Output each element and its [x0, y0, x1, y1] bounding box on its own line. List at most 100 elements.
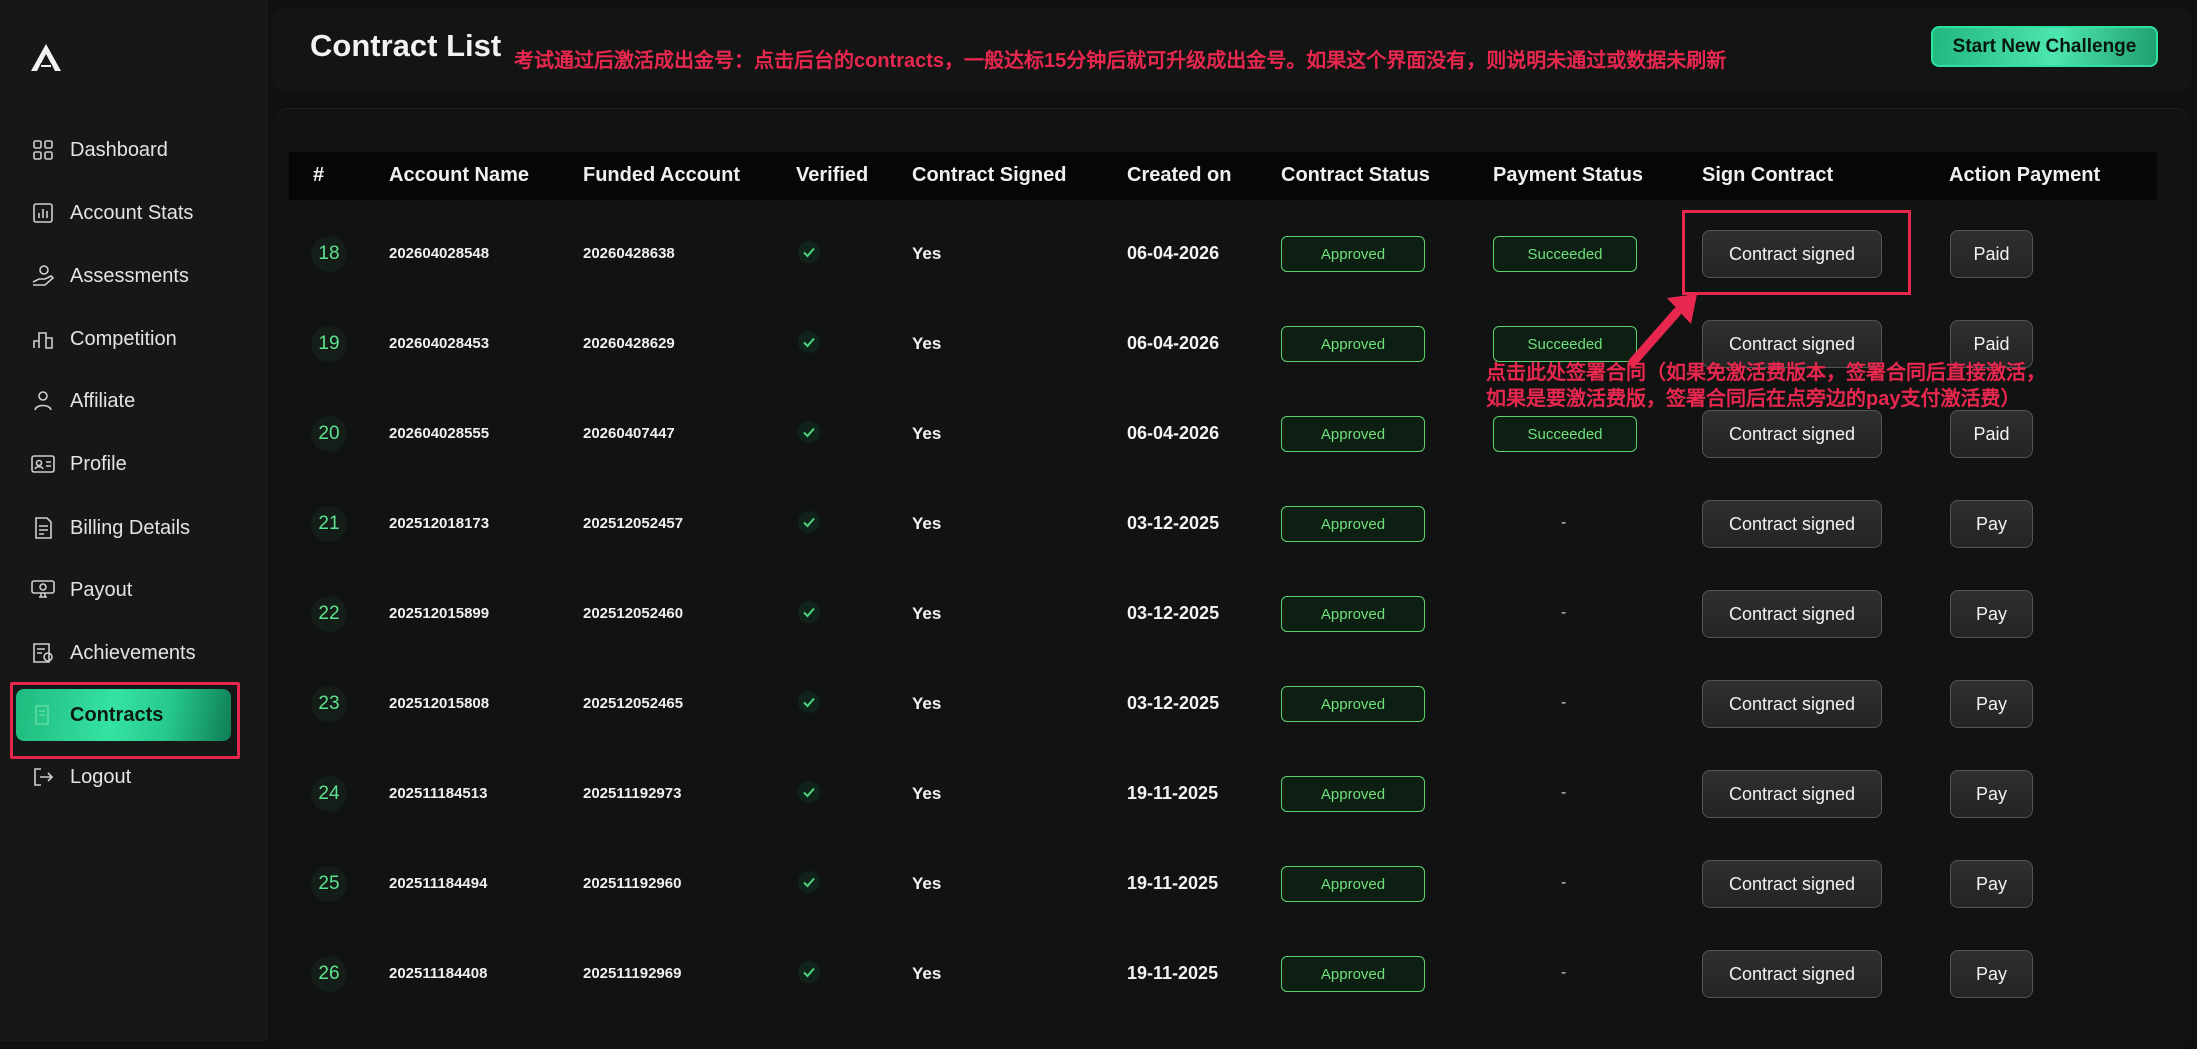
- contract-status-badge: Approved: [1281, 416, 1425, 452]
- column-header-contract-status: Contract Status: [1281, 164, 1430, 186]
- account-name-cell: 202512015899: [389, 605, 490, 622]
- payment-status-empty: -: [1561, 784, 1567, 801]
- created-on-cell: 03-12-2025: [1127, 693, 1220, 713]
- sidebar-item-label: Billing Details: [70, 516, 191, 539]
- funded-account-cell: 20260428629: [583, 335, 675, 352]
- row-index: 21: [311, 506, 347, 542]
- sidebar-item-billing-details[interactable]: Billing Details: [16, 502, 231, 554]
- action-payment-button[interactable]: Pay: [1950, 590, 2033, 638]
- created-on-cell: 19-11-2025: [1127, 783, 1219, 803]
- row-index: 22: [311, 596, 347, 632]
- funded-account-cell: 202511192969: [583, 965, 682, 982]
- contract-signed-cell: Yes: [912, 604, 942, 623]
- row-index: 25: [311, 866, 347, 902]
- annotation-line-1: 点击此处签署合同（如果免激活费版本，签署合同后直接激活，: [1486, 362, 2046, 384]
- payment-status-empty: -: [1561, 514, 1567, 531]
- document-icon: [30, 515, 56, 541]
- created-on-cell: 06-04-2026: [1127, 333, 1220, 353]
- contract-status-badge: Approved: [1281, 596, 1425, 632]
- action-payment-button[interactable]: Pay: [1950, 950, 2033, 998]
- created-on-cell: 06-04-2026: [1127, 423, 1220, 443]
- payment-status-empty: -: [1561, 604, 1567, 621]
- sidebar-item-competition[interactable]: Competition: [16, 313, 231, 365]
- account-name-cell: 202604028453: [389, 335, 490, 352]
- sign-contract-button[interactable]: Contract signed: [1702, 950, 1882, 998]
- contract-signed-cell: Yes: [912, 244, 942, 263]
- row-index: 19: [311, 326, 347, 362]
- app-logo-icon[interactable]: [28, 40, 64, 76]
- account-name-cell: 202511184513: [389, 785, 488, 802]
- row-index: 26: [311, 956, 347, 992]
- contract-status-badge: Approved: [1281, 506, 1425, 542]
- sidebar-item-profile[interactable]: Profile: [16, 438, 231, 490]
- action-payment-button[interactable]: Pay: [1950, 770, 2033, 818]
- verified-check-icon: [798, 781, 820, 803]
- action-payment-button[interactable]: Pay: [1950, 860, 2033, 908]
- account-name-cell: 202512015808: [389, 695, 490, 712]
- account-name-cell: 202511184494: [389, 875, 488, 892]
- created-on-cell: 19-11-2025: [1127, 963, 1219, 983]
- payment-status-badge: Succeeded: [1493, 416, 1637, 452]
- row-index: 18: [311, 236, 347, 272]
- contract-signed-cell: Yes: [912, 424, 942, 443]
- contract-status-badge: Approved: [1281, 236, 1425, 272]
- annotation-text-top: 考试通过后激活成出金号：点击后台的contracts，一般达标15分钟后就可升级…: [514, 50, 1727, 72]
- annotation-highlight-sign-contract: [1682, 210, 1911, 295]
- created-on-cell: 19-11-2025: [1127, 873, 1219, 893]
- sidebar-item-label: Competition: [70, 327, 177, 350]
- sign-contract-button[interactable]: Contract signed: [1702, 860, 1882, 908]
- created-on-cell: 03-12-2025: [1127, 513, 1220, 533]
- funded-account-cell: 202512052460: [583, 605, 684, 622]
- contract-signed-cell: Yes: [912, 514, 942, 533]
- contract-signed-cell: Yes: [912, 334, 942, 353]
- action-payment-button[interactable]: Paid: [1950, 230, 2033, 278]
- column-header-funded-account: Funded Account: [583, 164, 741, 186]
- sidebar-item-logout[interactable]: Logout: [16, 751, 231, 803]
- verified-check-icon: [798, 331, 820, 353]
- sidebar-item-achievements[interactable]: Achievements: [16, 627, 231, 679]
- badge-icon: [30, 640, 56, 666]
- sidebar-item-label: Payout: [70, 578, 133, 601]
- contract-signed-cell: Yes: [912, 784, 942, 803]
- sidebar-item-label: Dashboard: [70, 138, 168, 161]
- account-name-cell: 202604028555: [389, 425, 490, 442]
- column-header-sign-contract: Sign Contract: [1702, 164, 1834, 186]
- sign-contract-button[interactable]: Contract signed: [1702, 590, 1882, 638]
- sign-contract-button[interactable]: Contract signed: [1702, 680, 1882, 728]
- sidebar-item-affiliate[interactable]: Affiliate: [16, 375, 231, 427]
- verified-check-icon: [798, 601, 820, 623]
- payment-status-badge: Succeeded: [1493, 326, 1637, 362]
- column-header-contract-signed: Contract Signed: [912, 164, 1067, 186]
- verified-check-icon: [798, 961, 820, 983]
- sidebar-item-assessments[interactable]: Assessments: [16, 250, 231, 302]
- verified-check-icon: [798, 241, 820, 263]
- sidebar-item-label: Profile: [70, 452, 127, 475]
- sidebar-item-payout[interactable]: Payout: [16, 564, 231, 616]
- start-new-challenge-button[interactable]: Start New Challenge: [1931, 26, 2158, 67]
- sidebar-item-account-stats[interactable]: Account Stats: [16, 187, 231, 239]
- created-on-cell: 06-04-2026: [1127, 243, 1220, 263]
- grid-icon: [30, 137, 56, 163]
- column-header-payment-status: Payment Status: [1493, 164, 1644, 186]
- sidebar-item-label: Achievements: [70, 641, 196, 664]
- row-index: 24: [311, 776, 347, 812]
- contract-status-badge: Approved: [1281, 686, 1425, 722]
- column-header-verified: Verified: [796, 164, 869, 186]
- sign-contract-button[interactable]: Contract signed: [1702, 770, 1882, 818]
- contract-status-badge: Approved: [1281, 956, 1425, 992]
- account-name-cell: 202604028548: [389, 245, 490, 262]
- sidebar-item-dashboard[interactable]: Dashboard: [16, 124, 231, 176]
- account-name-cell: 202511184408: [389, 965, 488, 982]
- action-payment-button[interactable]: Pay: [1950, 500, 2033, 548]
- sign-contract-button[interactable]: Contract signed: [1702, 500, 1882, 548]
- action-payment-button[interactable]: Paid: [1950, 410, 2033, 458]
- contract-signed-cell: Yes: [912, 874, 942, 893]
- action-payment-button[interactable]: Pay: [1950, 680, 2033, 728]
- id-card-icon: [30, 451, 56, 477]
- logout-icon: [30, 764, 56, 790]
- funded-account-cell: 202511192960: [583, 875, 682, 892]
- sign-contract-button[interactable]: Contract signed: [1702, 410, 1882, 458]
- verified-check-icon: [798, 871, 820, 893]
- funded-account-cell: 202512052465: [583, 695, 684, 712]
- column-header-account-name: Account Name: [389, 164, 530, 186]
